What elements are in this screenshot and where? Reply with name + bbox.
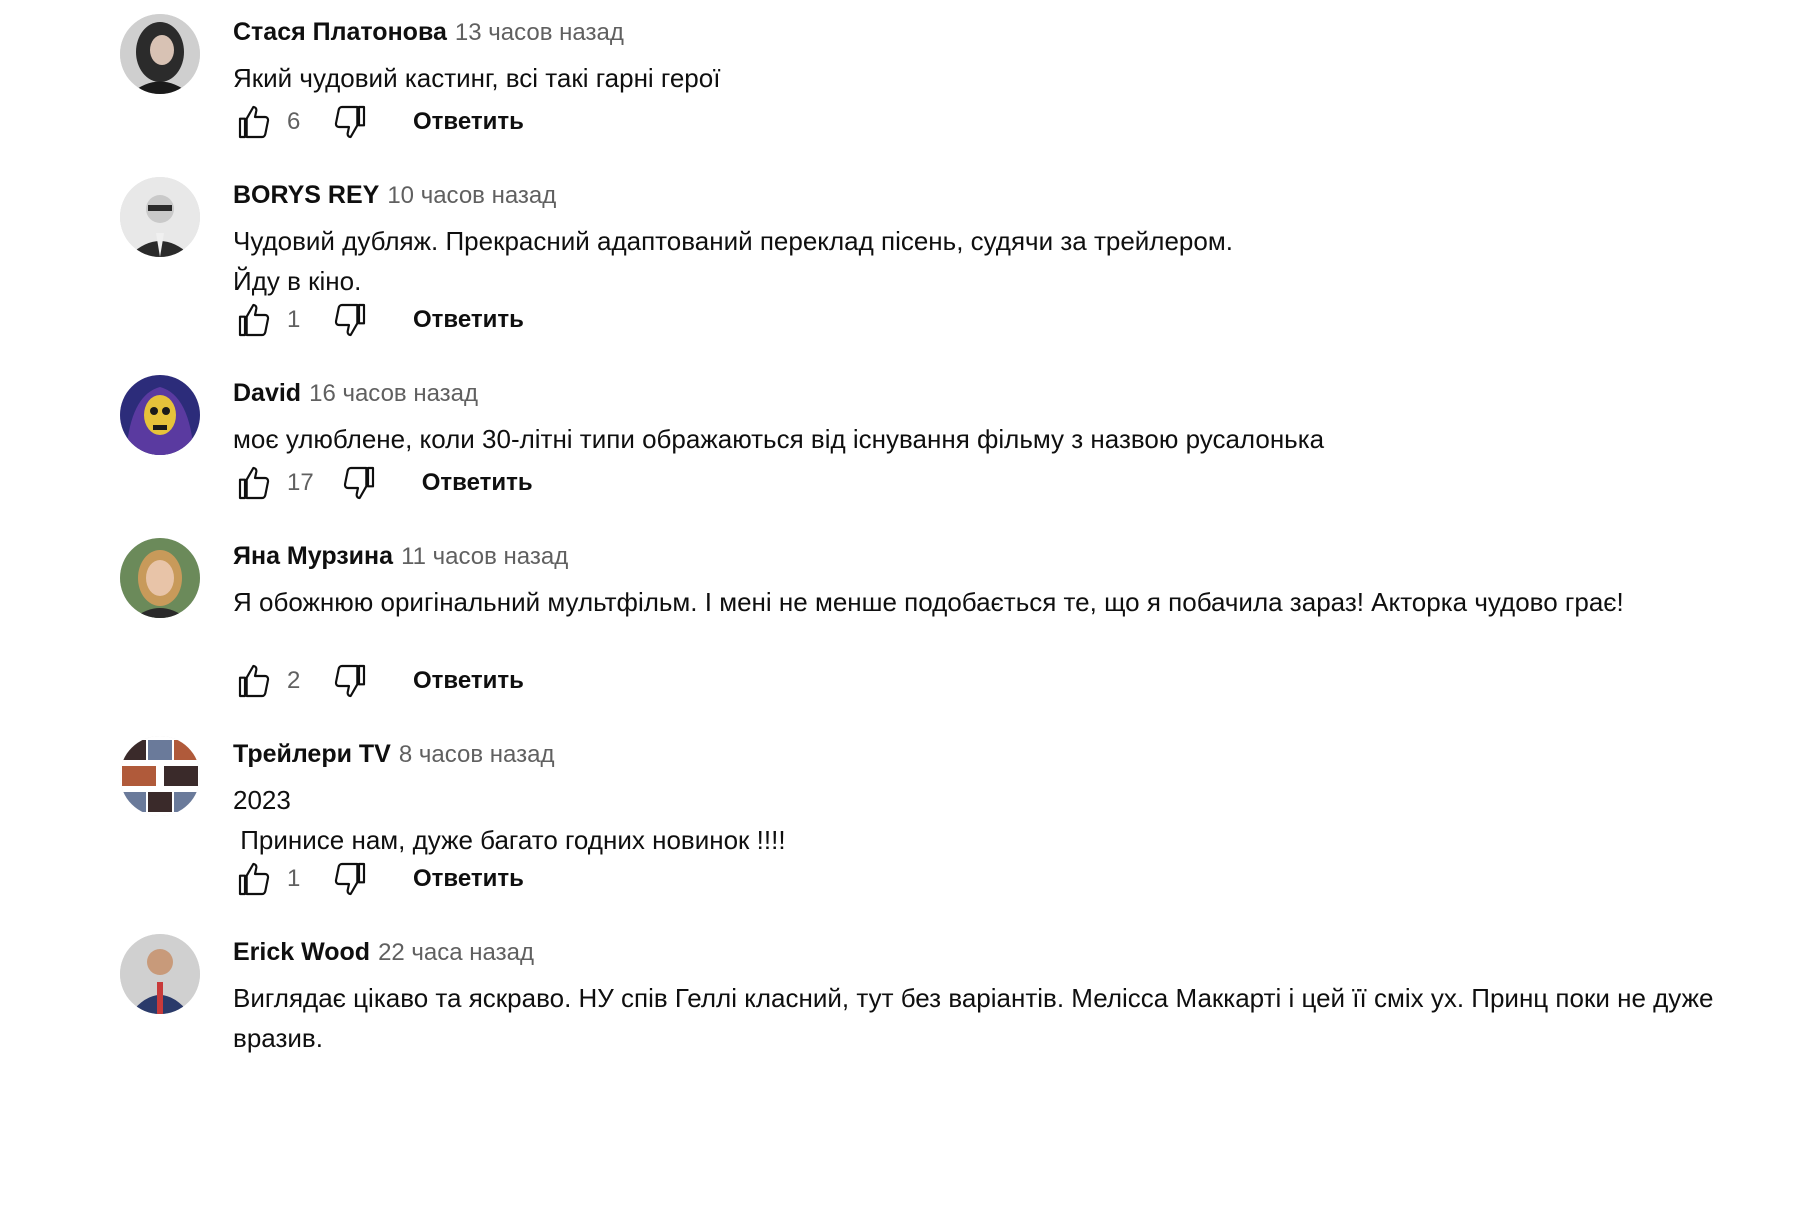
thumbs-down-icon (334, 105, 366, 139)
dislike-button[interactable] (327, 100, 371, 144)
comment-body: Стася Платонова 13 часов назад Який чудов… (233, 14, 1760, 98)
thumbs-up-icon (238, 664, 270, 698)
avatar-image (120, 538, 200, 618)
comment-header: David 16 часов назад (233, 375, 1760, 411)
comment-header: Трейлери TV 8 часов назад (233, 736, 1760, 772)
comment-actions: 6 Ответить (233, 100, 524, 144)
comment-actions: 1 Ответить (233, 298, 524, 342)
comment-time[interactable]: 10 часов назад (387, 182, 556, 209)
author-name[interactable]: Яна Мурзина (233, 542, 393, 570)
reply-button[interactable]: Ответить (413, 667, 524, 695)
reply-button[interactable]: Ответить (413, 108, 524, 136)
comment-time[interactable]: 8 часов назад (399, 741, 555, 768)
avatar-image (120, 736, 200, 816)
comment-text: 2023 Принисе нам, дуже багато годних нов… (233, 785, 786, 855)
comment-time[interactable]: 22 часа назад (378, 939, 534, 966)
comment-time[interactable]: 11 часов назад (401, 543, 568, 570)
comment-header: Стася Платонова 13 часов назад (233, 14, 1760, 50)
comment-actions: 1 Ответить (233, 857, 524, 901)
dislike-button[interactable] (327, 659, 371, 703)
comment-body: Erick Wood 22 часа назад Виглядає цікаво … (233, 934, 1760, 1058)
avatar[interactable] (120, 538, 200, 618)
comment-header: Erick Wood 22 часа назад (233, 934, 1760, 970)
reply-button[interactable]: Ответить (413, 865, 524, 893)
avatar[interactable] (120, 177, 200, 257)
reply-button[interactable]: Ответить (413, 306, 524, 334)
comment-actions: 17 Ответить (233, 461, 533, 505)
thumbs-up-icon (238, 303, 270, 337)
avatar-image (120, 177, 200, 257)
author-name[interactable]: Трейлери TV (233, 740, 391, 768)
avatar[interactable] (120, 14, 200, 94)
comment-text: Виглядає цікаво та яскраво. НУ спів Гелл… (233, 983, 1721, 1053)
like-count: 1 (287, 865, 301, 892)
comment-header: Яна Мурзина 11 часов назад (233, 538, 1760, 574)
author-name[interactable]: BORYS REY (233, 181, 379, 209)
comment-text: Який чудовий кастинг, всі такі гарні гер… (233, 63, 721, 93)
avatar-image (120, 14, 200, 94)
thumbs-down-icon (334, 664, 366, 698)
like-count: 17 (287, 469, 314, 496)
thumbs-up-icon (238, 105, 270, 139)
comment-text: Я обожнюю оригінальний мультфільм. І мен… (233, 587, 1624, 617)
dislike-button[interactable] (327, 857, 371, 901)
avatar[interactable] (120, 934, 200, 1014)
thumbs-up-icon (238, 466, 270, 500)
author-name[interactable]: David (233, 379, 301, 407)
like-button[interactable] (233, 659, 277, 703)
dislike-button[interactable] (327, 298, 371, 342)
like-button[interactable] (233, 857, 277, 901)
thumbs-down-icon (343, 466, 374, 500)
author-name[interactable]: Erick Wood (233, 938, 370, 966)
reply-button[interactable]: Ответить (422, 469, 533, 497)
dislike-button[interactable] (336, 461, 380, 505)
comment-body: Трейлери TV 8 часов назад 2023 Принисе на… (233, 736, 1760, 860)
like-button[interactable] (233, 461, 277, 505)
comment-body: David 16 часов назад моє улюблене, коли 3… (233, 375, 1760, 459)
thumbs-down-icon (334, 862, 366, 896)
like-button[interactable] (233, 100, 277, 144)
comment-time[interactable]: 16 часов назад (309, 380, 478, 407)
thumbs-down-icon (334, 303, 366, 337)
like-count: 6 (287, 108, 301, 135)
avatar[interactable] (120, 736, 200, 816)
like-count: 2 (287, 667, 301, 694)
like-button[interactable] (233, 298, 277, 342)
comment-body: Яна Мурзина 11 часов назад Я обожнюю ориг… (233, 538, 1760, 622)
avatar-image (120, 375, 200, 455)
comments-list: Стася Платонова 13 часов назад Який чудов… (0, 0, 1806, 1216)
comment-time[interactable]: 13 часов назад (455, 19, 624, 46)
comment-actions: 2 Ответить (233, 659, 524, 703)
avatar-image (120, 934, 200, 1014)
avatar[interactable] (120, 375, 200, 455)
comment-body: BORYS REY 10 часов назад Чудовий дубляж. … (233, 177, 1760, 301)
comment-text: моє улюблене, коли 30-літні типи ображаю… (233, 424, 1325, 454)
comment-header: BORYS REY 10 часов назад (233, 177, 1760, 213)
author-name[interactable]: Стася Платонова (233, 18, 447, 46)
thumbs-up-icon (238, 862, 270, 896)
like-count: 1 (287, 306, 301, 333)
comment-text: Чудовий дубляж. Прекрасний адаптований п… (233, 226, 1233, 296)
